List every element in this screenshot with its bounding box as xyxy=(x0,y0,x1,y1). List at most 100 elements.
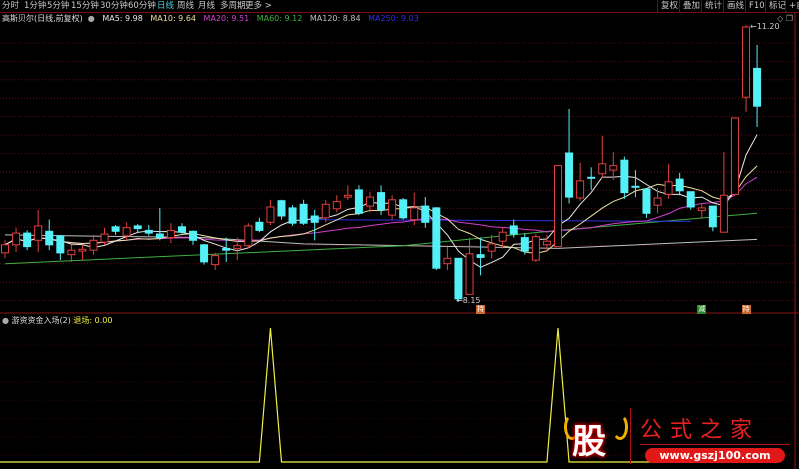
candle xyxy=(675,172,684,196)
candle-body xyxy=(377,192,386,211)
candle-body xyxy=(565,152,574,198)
indicator-settings-icon[interactable]: ● xyxy=(2,316,9,325)
candle-body xyxy=(642,188,651,214)
candle-body xyxy=(432,207,441,269)
candle-body xyxy=(200,244,209,263)
candle-body xyxy=(343,194,352,198)
candle-body xyxy=(598,163,607,175)
candle-body xyxy=(12,232,21,246)
candle xyxy=(67,244,76,262)
candle-body xyxy=(166,229,175,239)
candle-body xyxy=(587,176,596,179)
candle-body xyxy=(34,225,43,241)
candle xyxy=(89,234,98,255)
candle-body xyxy=(753,67,762,107)
candle xyxy=(565,108,574,204)
candle-body xyxy=(487,243,496,252)
candle-body xyxy=(23,232,32,248)
candle-body xyxy=(365,196,374,207)
candle-body xyxy=(1,244,9,254)
candle xyxy=(576,162,585,201)
candle-body xyxy=(697,207,706,212)
signal-marker: 持 xyxy=(476,305,486,314)
candle xyxy=(620,156,629,199)
candle-body xyxy=(520,237,529,252)
candle xyxy=(23,230,32,251)
candle xyxy=(598,135,607,179)
candle xyxy=(388,195,397,220)
candle xyxy=(343,185,352,200)
candle-body xyxy=(89,239,98,251)
high-price-label: ←11.20 xyxy=(750,22,780,31)
candle xyxy=(200,243,209,265)
candle-body xyxy=(111,226,120,232)
candle-body xyxy=(443,257,452,265)
candle-body xyxy=(222,247,231,251)
candle-body xyxy=(554,165,562,248)
indicator-header: ● 游资资金入场(2) 退场: 0.00 xyxy=(2,315,112,326)
candle xyxy=(443,246,452,270)
candle-body xyxy=(454,257,463,300)
candle-body xyxy=(122,227,131,237)
watermark-divider xyxy=(630,408,631,464)
candle xyxy=(211,252,220,270)
candle xyxy=(753,45,762,127)
horn-right-icon xyxy=(612,414,628,440)
candle-body xyxy=(465,253,474,295)
signal-marker: 持 xyxy=(741,305,751,314)
candle xyxy=(686,191,695,210)
candle-body xyxy=(742,26,751,98)
candle xyxy=(244,223,253,249)
candle-body xyxy=(675,178,684,192)
candle-body xyxy=(233,245,242,249)
candle xyxy=(531,234,540,262)
candle-body xyxy=(155,233,164,239)
candle xyxy=(189,230,198,245)
candle xyxy=(56,234,65,261)
candle-body xyxy=(410,207,419,221)
candle-body xyxy=(653,197,662,206)
candle xyxy=(542,234,551,252)
candle xyxy=(266,199,275,225)
candle-body xyxy=(388,199,397,216)
candle xyxy=(432,207,441,270)
candle xyxy=(321,199,330,223)
candle-body xyxy=(609,165,618,171)
candle xyxy=(719,152,728,233)
candle xyxy=(742,25,751,112)
candle-body xyxy=(255,221,264,231)
ma250-line xyxy=(303,219,691,222)
watermark-url: www.gszj100.com xyxy=(645,448,785,463)
candle-body xyxy=(620,159,629,194)
low-price-label: ←8.15 xyxy=(456,296,481,305)
candle-body xyxy=(56,235,65,254)
indicator-value: 退场: 0.00 xyxy=(73,316,113,325)
candle xyxy=(399,198,408,220)
candle-body xyxy=(498,231,507,242)
candle xyxy=(421,197,430,228)
candle xyxy=(155,207,164,241)
candle-body xyxy=(133,225,142,230)
candle xyxy=(708,205,717,232)
candle xyxy=(255,217,264,233)
kline-chart[interactable] xyxy=(0,0,799,469)
candle xyxy=(587,167,596,190)
candle xyxy=(299,199,308,225)
candle xyxy=(12,227,21,252)
candle-body xyxy=(531,236,540,261)
candle-body xyxy=(310,215,319,223)
candle xyxy=(520,233,529,255)
candle-body xyxy=(686,191,695,208)
candle xyxy=(222,237,231,262)
candle xyxy=(365,191,374,213)
candle xyxy=(664,163,673,199)
candle xyxy=(631,170,640,198)
candle-body xyxy=(299,203,308,224)
candle xyxy=(111,225,120,235)
candle-body xyxy=(189,230,198,241)
candle-body xyxy=(476,254,485,258)
candle xyxy=(133,224,142,233)
candle xyxy=(697,203,706,218)
candle-body xyxy=(576,180,585,199)
candle-body xyxy=(730,117,739,195)
